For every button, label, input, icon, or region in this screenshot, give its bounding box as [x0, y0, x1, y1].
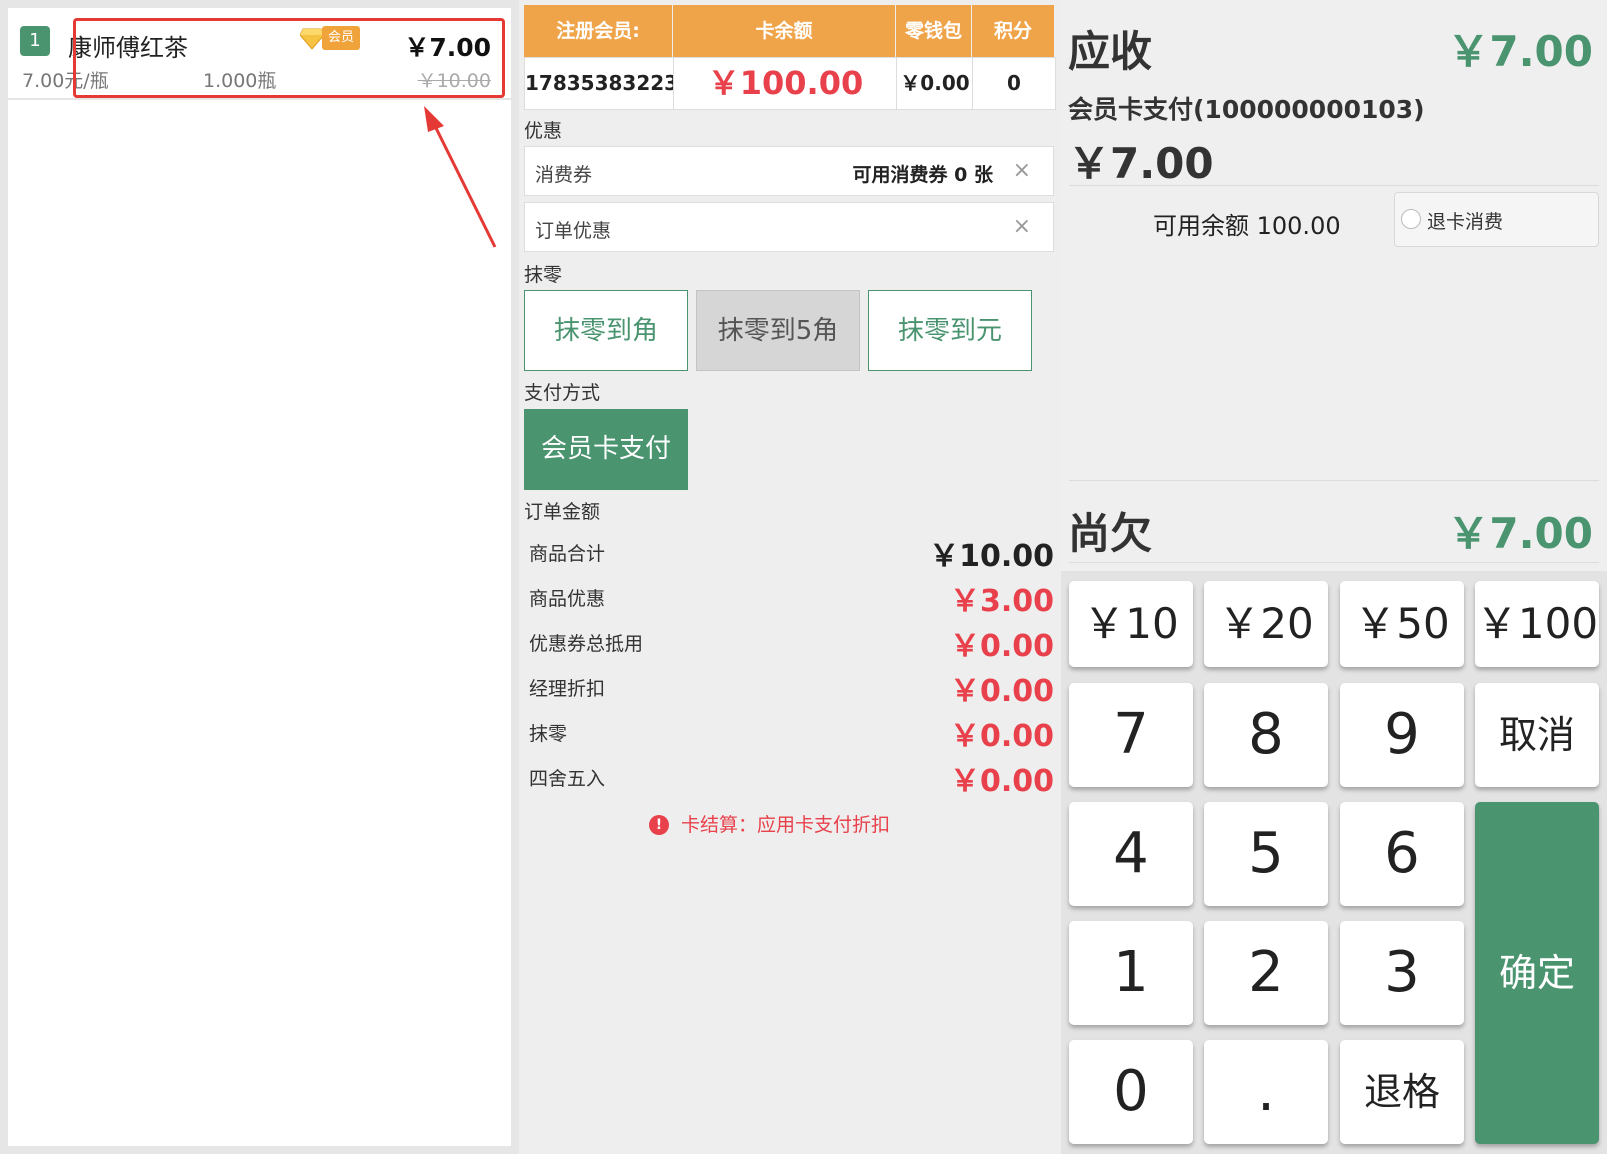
amount-label: 商品优惠 [529, 588, 606, 610]
coupon-available-count: 可用消费券 0 张 [852, 164, 993, 186]
annotation-highlight-box [73, 18, 505, 98]
round-to-5jiao-button[interactable]: 抹零到5角 [696, 290, 860, 371]
owed-value: ￥7.00 [1447, 509, 1593, 558]
refund-radio[interactable] [1401, 209, 1421, 229]
amount-row-rounding: 抹零 ￥0.00 [529, 711, 1054, 754]
round-to-jiao-button[interactable]: 抹零到角 [524, 290, 688, 371]
receivable-label: 应收 [1068, 27, 1153, 76]
balance-header: 卡余额 [673, 5, 895, 57]
amount-row-round-half: 四舍五入 ￥0.00 [529, 756, 1054, 799]
amount-value: ￥0.00 [949, 719, 1054, 754]
amount-row-coupon: 优惠券总抵用 ￥0.00 [529, 621, 1054, 664]
points-header: 积分 [972, 5, 1054, 57]
coupon-field[interactable]: 消费券 可用消费券 0 张 × [524, 146, 1054, 196]
cart-list: 1 康师傅红茶 会员 ￥7.00 7.00元/瓶 1.000瓶 ￥10.00 [8, 8, 511, 1146]
wallet-balance: ￥0.00 [896, 57, 974, 110]
amount-label: 四舍五入 [529, 768, 606, 790]
digit-6-button[interactable]: 6 [1340, 802, 1464, 906]
rounding-section-label: 抹零 [524, 264, 563, 286]
card-payment-label: 会员卡支付(100000000103) [1068, 95, 1425, 124]
divider [1069, 480, 1599, 481]
card-settlement-notice: ! 卡结算：应用卡支付折扣 [649, 810, 890, 837]
amount-value: ￥3.00 [949, 584, 1054, 619]
member-info-table: 注册会员: 卡余额 零钱包 积分 17835383223 ￥100.00 ￥0.… [524, 5, 1056, 110]
order-discount-label: 订单优惠 [535, 220, 612, 242]
quick-amount-20-button[interactable]: ￥20 [1204, 581, 1328, 667]
points-value: 0 [972, 57, 1056, 110]
wallet-header: 零钱包 [896, 5, 971, 57]
quick-amount-50-button[interactable]: ￥50 [1340, 581, 1464, 667]
payment-section-label: 支付方式 [524, 382, 601, 404]
confirm-button[interactable]: 确定 [1475, 802, 1599, 1144]
amount-label: 商品合计 [529, 543, 606, 565]
amount-row-item-discount: 商品优惠 ￥3.00 [529, 576, 1054, 619]
notice-text: 卡结算：应用卡支付折扣 [681, 814, 891, 836]
digit-8-button[interactable]: 8 [1204, 683, 1328, 787]
order-discount-clear-icon[interactable]: × [1013, 214, 1031, 239]
discount-section-label: 优惠 [524, 120, 563, 142]
amount-label: 优惠券总抵用 [529, 633, 644, 655]
owed-label: 尚欠 [1068, 509, 1153, 558]
amount-row-manager-discount: 经理折扣 ￥0.00 [529, 666, 1054, 709]
member-phone: 17835383223 [524, 57, 678, 110]
digit-2-button[interactable]: 2 [1204, 921, 1328, 1025]
refund-card-option[interactable]: 退卡消费 [1394, 192, 1599, 247]
divider [1069, 562, 1599, 563]
amount-value: ￥0.00 [949, 629, 1054, 664]
backspace-button[interactable]: 退格 [1340, 1040, 1464, 1144]
quick-amount-100-button[interactable]: ￥100 [1475, 581, 1599, 667]
coupon-clear-icon[interactable]: × [1013, 158, 1031, 183]
digit-1-button[interactable]: 1 [1069, 921, 1193, 1025]
digit-5-button[interactable]: 5 [1204, 802, 1328, 906]
order-discount-field[interactable]: 订单优惠 × [524, 202, 1054, 252]
digit-7-button[interactable]: 7 [1069, 683, 1193, 787]
cancel-button[interactable]: 取消 [1475, 683, 1599, 787]
amount-value: ￥0.00 [949, 764, 1054, 799]
digit-3-button[interactable]: 3 [1340, 921, 1464, 1025]
amount-label: 抹零 [529, 723, 568, 745]
divider [1069, 185, 1599, 186]
amount-label: 经理折扣 [529, 678, 606, 700]
payment-summary-panel: 应收 ￥7.00 会员卡支付(100000000103) ￥7.00 可用余额 … [1061, 0, 1607, 1154]
coupon-label: 消费券 [535, 164, 593, 186]
digit-9-button[interactable]: 9 [1340, 683, 1464, 787]
amount-value: ￥0.00 [949, 674, 1054, 709]
amount-row-subtotal: 商品合计 ￥10.00 [529, 531, 1054, 574]
decimal-point-button[interactable]: . [1204, 1040, 1328, 1144]
digit-4-button[interactable]: 4 [1069, 802, 1193, 906]
cart-panel: 1 康师傅红茶 会员 ￥7.00 7.00元/瓶 1.000瓶 ￥10.00 [0, 0, 519, 1154]
order-amount-section-label: 订单金额 [524, 501, 601, 523]
checkout-panel: 注册会员: 卡余额 零钱包 积分 17835383223 ￥100.00 ￥0.… [519, 0, 1059, 1154]
digit-0-button[interactable]: 0 [1069, 1040, 1193, 1144]
alert-icon: ! [649, 815, 669, 835]
round-to-yuan-button[interactable]: 抹零到元 [868, 290, 1032, 371]
quick-amount-10-button[interactable]: ￥10 [1069, 581, 1193, 667]
amount-value: ￥10.00 [929, 539, 1054, 574]
card-balance: ￥100.00 [673, 57, 898, 110]
member-card-payment-button[interactable]: 会员卡支付 [524, 409, 688, 490]
card-payment-value: ￥7.00 [1068, 139, 1214, 188]
member-header: 注册会员: [524, 5, 672, 57]
item-index-badge: 1 [20, 26, 50, 56]
available-balance: 可用余额 100.00 [1153, 212, 1341, 240]
refund-label: 退卡消费 [1427, 211, 1504, 233]
receivable-value: ￥7.00 [1447, 27, 1593, 76]
